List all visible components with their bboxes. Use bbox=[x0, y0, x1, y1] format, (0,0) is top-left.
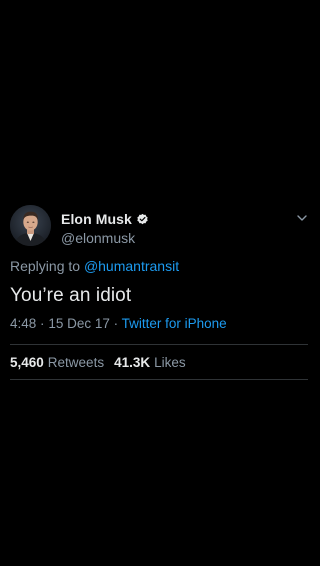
author-names: Elon Musk @elonmusk bbox=[61, 210, 149, 246]
meta-separator-source: · bbox=[113, 316, 119, 331]
tweet-time[interactable]: 4:48 bbox=[10, 316, 36, 331]
reply-prefix: Replying to bbox=[10, 258, 81, 274]
meta-separator: · bbox=[40, 316, 45, 331]
author-handle[interactable]: @elonmusk bbox=[61, 230, 149, 246]
chevron-down-icon[interactable] bbox=[296, 211, 308, 223]
reply-mention-link[interactable]: @humantransit bbox=[84, 258, 179, 274]
retweets-stat[interactable]: 5,460 Retweets bbox=[10, 355, 104, 370]
divider bbox=[10, 379, 308, 380]
likes-stat[interactable]: 41.3K Likes bbox=[114, 355, 186, 370]
likes-label: Likes bbox=[154, 354, 186, 370]
avatar[interactable] bbox=[10, 205, 51, 246]
display-name[interactable]: Elon Musk bbox=[61, 211, 132, 227]
replying-to: Replying to @humantransit bbox=[10, 258, 308, 275]
tweet-source-link[interactable]: Twitter for iPhone bbox=[122, 316, 227, 331]
retweets-count: 5,460 bbox=[10, 354, 44, 370]
tweet-date[interactable]: 15 Dec 17 bbox=[48, 316, 110, 331]
tweet-text: You’re an idiot bbox=[10, 285, 132, 306]
tweet-detail: Elon Musk @elonmusk Replying to @humantr… bbox=[10, 205, 308, 380]
verified-badge-icon bbox=[136, 213, 149, 226]
profile-photo-icon bbox=[10, 205, 51, 246]
retweets-label: Retweets bbox=[47, 354, 105, 370]
display-name-row: Elon Musk bbox=[61, 210, 149, 228]
tweet-header: Elon Musk @elonmusk bbox=[10, 205, 308, 249]
tweet-meta: 4:48 · 15 Dec 17 · Twitter for iPhone bbox=[10, 316, 308, 334]
engagement-stats: 5,460 Retweets 41.3K Likes bbox=[10, 345, 308, 379]
likes-count: 41.3K bbox=[114, 354, 151, 370]
